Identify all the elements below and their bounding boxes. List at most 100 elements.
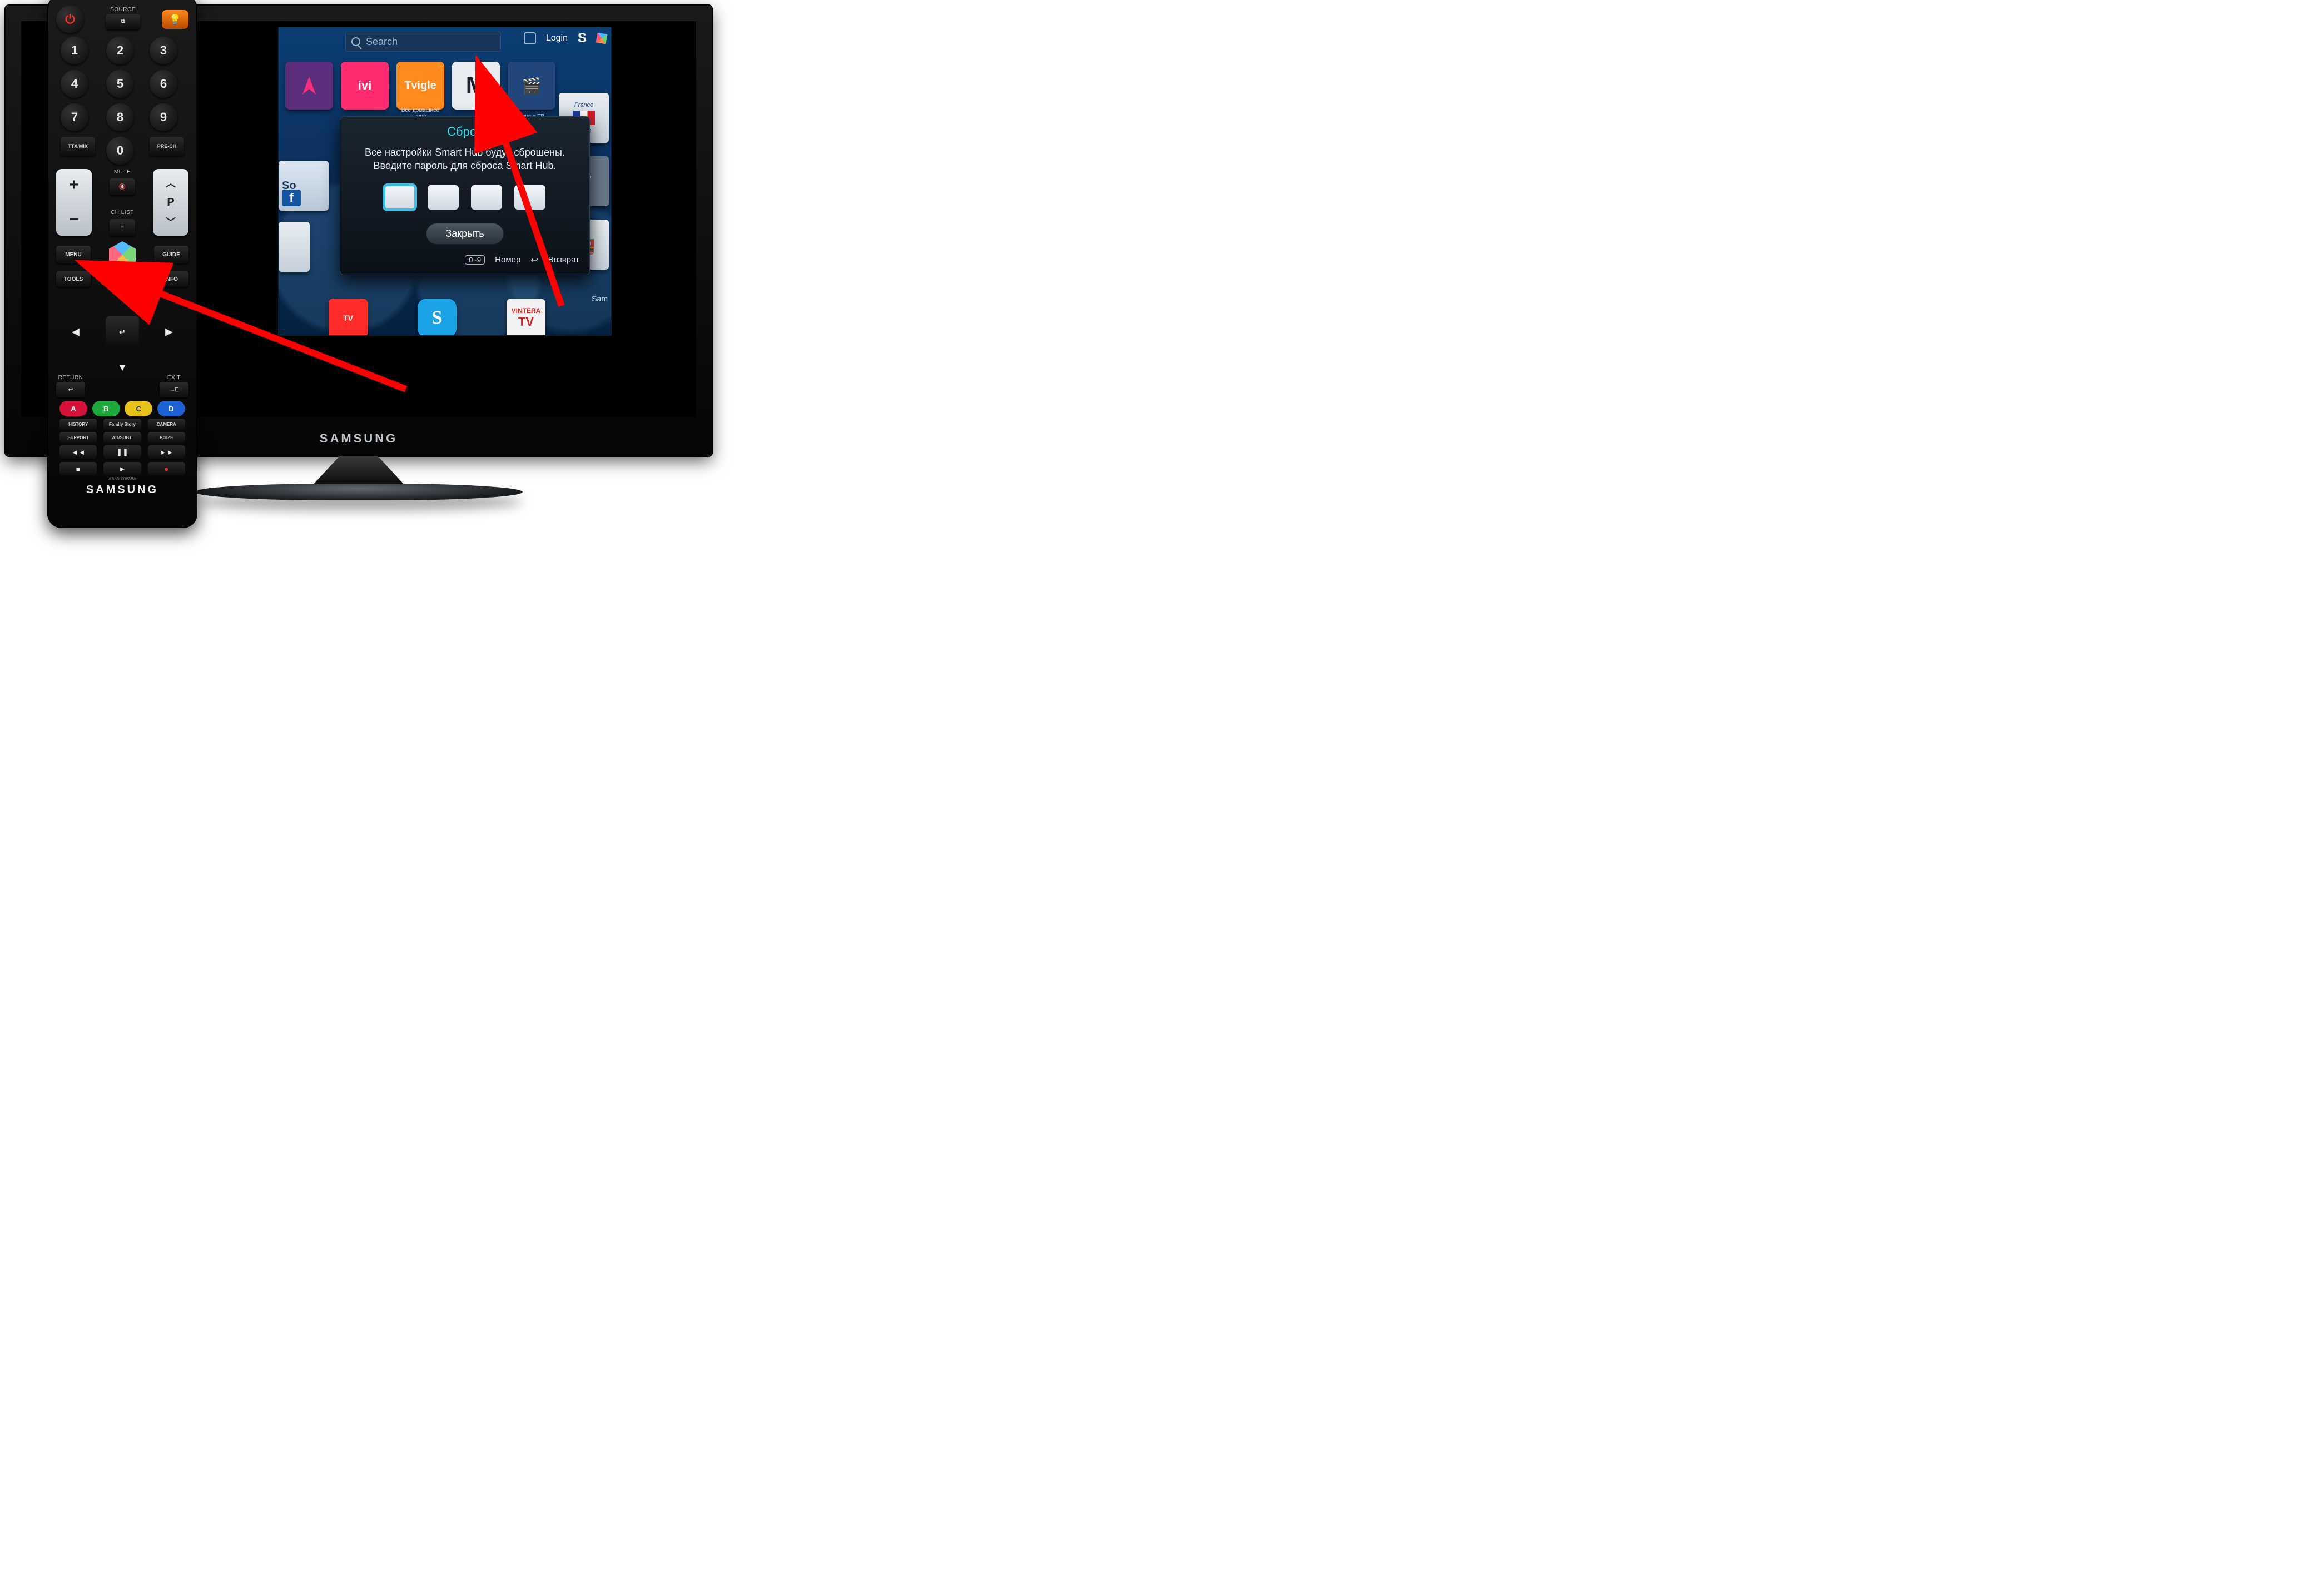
dpad-up[interactable]: ▲ [117, 290, 127, 302]
num-1[interactable]: 1 [61, 37, 88, 64]
app-tvigle[interactable]: Tvigle Всё домашнее кино [396, 62, 444, 110]
info-button[interactable]: INFO [154, 271, 188, 287]
forward-button[interactable]: ►► [148, 445, 185, 459]
dialog-title: Сброс [350, 125, 579, 139]
play-button[interactable]: ► [103, 462, 141, 475]
shortcut-row-1: HISTORY Family Story CAMERA [59, 419, 185, 430]
pause-button[interactable]: ❚❚ [103, 445, 141, 459]
app-tv[interactable]: TV [329, 299, 368, 336]
dialog-hint-row: 0~9 Номер ↩ Возврат [350, 255, 579, 266]
app-row-top: ivi Tvigle Всё домашнее кино M 🎬 Кино и … [285, 62, 555, 110]
app-ivi-label: ivi [358, 78, 371, 93]
source-button[interactable]: ⧉ [106, 14, 140, 29]
app-m-label: M [466, 72, 487, 100]
return-button[interactable]: ↩ [56, 382, 85, 397]
pin-digit-4[interactable] [514, 185, 545, 210]
p-label: P [167, 196, 174, 209]
record-button[interactable]: ● [148, 462, 185, 475]
mute-label: MUTE [114, 169, 131, 175]
btn-b[interactable]: B [92, 401, 120, 416]
prog-up-icon: ︿ [166, 176, 176, 190]
mute-button[interactable]: 🔇 [110, 178, 135, 195]
familystory-button[interactable]: Family Story [103, 419, 141, 430]
prech-button[interactable]: PRE-CH [150, 137, 184, 156]
rewind-button[interactable]: ◄◄ [59, 445, 97, 459]
volume-rocker[interactable]: + − [56, 169, 92, 236]
chlist-button[interactable]: ≡ [110, 219, 135, 236]
app-ivi[interactable]: ivi [341, 62, 389, 110]
tools-button[interactable]: TOOLS [56, 271, 91, 287]
search-placeholder: Search [366, 36, 398, 48]
pin-digit-1[interactable] [384, 185, 415, 210]
card-social[interactable]: So f [279, 161, 329, 211]
num-4[interactable]: 4 [61, 70, 88, 98]
dpad-left[interactable]: ◀ [72, 326, 80, 338]
num-0[interactable]: 0 [106, 137, 134, 165]
num-2[interactable]: 2 [106, 37, 134, 64]
app-kino-tv[interactable]: 🎬 Кино и ТВ [508, 62, 555, 110]
bulb-icon: 💡 [169, 14, 181, 26]
fullscreen-icon[interactable] [524, 32, 536, 44]
ttx-button[interactable]: TTX/MIX [61, 137, 95, 156]
num-3[interactable]: 3 [150, 37, 177, 64]
pin-digit-2[interactable] [428, 185, 459, 210]
adsubt-button[interactable]: AD/SUBT. [103, 432, 141, 443]
tv-stand-base [195, 484, 523, 500]
tv-stand-neck [311, 456, 406, 486]
num-7[interactable]: 7 [61, 103, 88, 131]
dpad-down[interactable]: ▼ [117, 362, 127, 374]
pin-digit-3[interactable] [471, 185, 502, 210]
ok-button[interactable]: ↵ [106, 316, 139, 348]
app-now-tv[interactable] [285, 62, 333, 110]
btn-d[interactable]: D [157, 401, 185, 416]
app-row-bottom: TV S VINTERA TV [329, 299, 545, 336]
smarthub-logo-letter: S [578, 31, 587, 46]
app-skype[interactable]: S [418, 299, 457, 336]
dpad-right[interactable]: ▶ [165, 326, 173, 338]
history-button[interactable]: HISTORY [59, 419, 97, 430]
num-8[interactable]: 8 [106, 103, 134, 131]
num-6[interactable]: 6 [150, 70, 177, 98]
vol-down-icon: − [69, 210, 79, 229]
hint-return-label: Возврат [548, 255, 579, 265]
skype-icon: S [432, 307, 443, 329]
chlist-label: CH LIST [111, 210, 134, 216]
smart-hub-button[interactable] [109, 241, 136, 268]
card-france-top: France [574, 102, 593, 108]
smart-hub-screen: Search Login S ivi Tvigle Всё домашнее к… [278, 27, 612, 336]
num-9[interactable]: 9 [150, 103, 177, 131]
color-buttons: A B C D [59, 401, 185, 416]
shortcut-row-2: SUPPORT AD/SUBT. P.SIZE [59, 432, 185, 443]
support-button[interactable]: SUPPORT [59, 432, 97, 443]
btn-a[interactable]: A [59, 401, 87, 416]
pin-input-row [350, 185, 579, 210]
app-tvigle-label: Tvigle [404, 79, 436, 92]
num-5[interactable]: 5 [106, 70, 134, 98]
prog-down-icon: ﹀ [166, 215, 176, 229]
btn-c[interactable]: C [125, 401, 152, 416]
stop-button[interactable]: ■ [59, 462, 97, 475]
light-button[interactable]: 💡 [162, 10, 188, 29]
camera-button[interactable]: CAMERA [148, 419, 185, 430]
app-m[interactable]: M [452, 62, 500, 110]
card-side-left-2[interactable] [279, 222, 310, 272]
menu-button[interactable]: MENU [56, 246, 91, 263]
close-button[interactable]: Закрыть [426, 223, 503, 245]
hint-key-label: Номер [495, 255, 520, 265]
power-icon: ⏻ [65, 12, 75, 27]
smarthub-logo-cube-icon [596, 33, 608, 44]
login-link[interactable]: Login [546, 33, 568, 43]
source-label: SOURCE [110, 7, 136, 13]
hint-key-badge: 0~9 [465, 255, 485, 265]
vol-up-icon: + [69, 176, 79, 195]
program-rocker[interactable]: ︿ P ﹀ [153, 169, 188, 236]
exit-button[interactable]: →⎕ [160, 382, 188, 397]
power-button[interactable]: ⏻ [56, 6, 84, 33]
return-label: RETURN [56, 375, 85, 381]
search-input[interactable]: Search [345, 32, 501, 52]
guide-button[interactable]: GUIDE [154, 246, 188, 263]
app-vintera[interactable]: VINTERA TV [507, 299, 545, 336]
d-pad: ▲ ▼ ◀ ▶ ↵ [70, 290, 175, 374]
psize-button[interactable]: P.SIZE [148, 432, 185, 443]
return-icon: ↩ [530, 255, 538, 266]
